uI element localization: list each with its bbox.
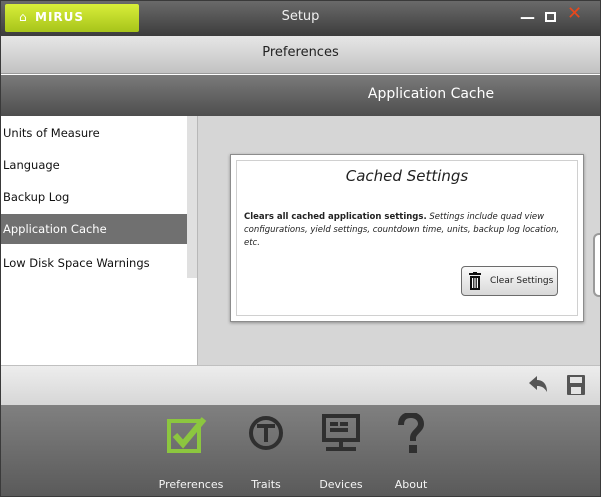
maximize-button[interactable] <box>545 12 556 22</box>
sidebar-item-backup-log[interactable]: Backup Log <box>1 182 187 212</box>
question-icon <box>398 413 425 453</box>
trash-icon <box>469 272 481 290</box>
checkbox-icon <box>167 417 207 453</box>
section-title: Application Cache <box>367 86 495 102</box>
title-bar: ⌂ MIRUS Setup — ✕ <box>1 1 600 36</box>
settings-sidebar: Units of Measure Language Backup Log App… <box>1 116 198 365</box>
minimize-button[interactable]: — <box>520 8 535 26</box>
section-header: Application Cache <box>1 75 600 116</box>
window-title: Setup <box>281 9 320 24</box>
monitor-icon <box>322 414 360 451</box>
clear-settings-label: Clear Settings <box>490 276 554 286</box>
save-icon[interactable] <box>567 375 585 395</box>
close-button[interactable]: ✕ <box>567 5 582 23</box>
card-title: Cached Settings <box>345 167 469 185</box>
action-toolbar <box>1 365 600 406</box>
side-panel-tab[interactable] <box>593 233 600 297</box>
sidebar-item-low-disk-space-warnings[interactable]: Low Disk Space Warnings <box>1 248 187 278</box>
sidebar-item-label: Application Cache <box>3 222 107 236</box>
sidebar-item-language[interactable]: Language <box>1 150 187 180</box>
undo-icon[interactable] <box>527 375 549 395</box>
description-bold: Clears all cached application settings. <box>244 212 427 222</box>
nav-about[interactable]: About <box>366 405 456 496</box>
nav-label-about: About <box>394 478 428 491</box>
sidebar-item-application-cache[interactable]: Application Cache <box>1 214 197 244</box>
content-area: Units of Measure Language Backup Log App… <box>1 116 600 365</box>
sidebar-scrollbar[interactable] <box>187 116 197 278</box>
card-description: Clears all cached application settings. … <box>244 211 570 250</box>
preferences-header: Preferences <box>1 36 600 74</box>
traits-icon <box>249 416 283 450</box>
sidebar-item-units-of-measure[interactable]: Units of Measure <box>1 118 187 148</box>
cached-settings-card: Cached Settings Clears all cached applic… <box>230 154 584 322</box>
clear-settings-button[interactable]: Clear Settings <box>461 266 558 296</box>
bottom-navigation: Preferences Traits Devices About <box>1 405 600 496</box>
app-window: ⌂ MIRUS Setup — ✕ Preferences Applicatio… <box>0 0 601 497</box>
page-title: Preferences <box>262 45 339 60</box>
